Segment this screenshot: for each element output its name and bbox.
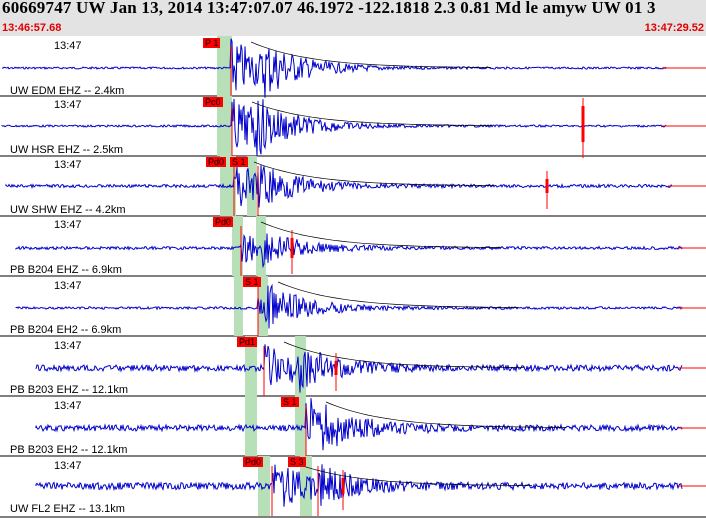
event-header: 60669747 UW Jan 13, 2014 13:47:07.07 46.… bbox=[0, 0, 706, 36]
waveform-trace bbox=[35, 398, 683, 451]
panel-time: 13:47 bbox=[54, 159, 82, 171]
panel-time: 13:47 bbox=[54, 460, 82, 472]
pick-label[interactable]: Pd0 bbox=[213, 217, 234, 227]
pick-label[interactable]: Pd1 bbox=[237, 337, 258, 347]
station-label: UW SHW EHZ -- 4.2km bbox=[10, 204, 126, 216]
waveform-trace bbox=[35, 344, 683, 393]
event-title: 60669747 UW Jan 13, 2014 13:47:07.07 46.… bbox=[2, 0, 656, 17]
station-label: UW EDM EHZ -- 2.4km bbox=[10, 85, 125, 97]
coda-curve bbox=[251, 101, 493, 126]
waveform-trace bbox=[35, 464, 683, 507]
coda-curve bbox=[250, 41, 491, 68]
pick-label[interactable]: Pc0 bbox=[203, 97, 223, 107]
pick-label[interactable]: S 3 bbox=[288, 457, 306, 467]
station-label: UW HSR EHZ -- 2.5km bbox=[10, 144, 124, 156]
station-label: PB B204 EHZ -- 6.9km bbox=[10, 264, 122, 276]
panel-time: 13:47 bbox=[54, 40, 82, 52]
panel-time: 13:47 bbox=[54, 280, 82, 292]
start-time: 13:46:57.68 bbox=[2, 22, 62, 34]
waveform-trace bbox=[15, 283, 683, 329]
pick-label[interactable]: P 1 bbox=[203, 38, 221, 48]
panel-time: 13:47 bbox=[54, 219, 82, 231]
pick-label[interactable]: S 1 bbox=[243, 277, 261, 287]
waveform-trace bbox=[5, 165, 672, 208]
pick-label[interactable]: Pd0 bbox=[243, 457, 264, 467]
pick-window bbox=[234, 276, 243, 336]
station-label: UW FL2 EHZ -- 13.1km bbox=[10, 503, 125, 515]
panel-time: 13:47 bbox=[54, 400, 82, 412]
pick-label[interactable]: S 1 bbox=[281, 397, 299, 407]
pick-label[interactable]: S 1 bbox=[230, 157, 248, 167]
waveform-trace bbox=[15, 233, 683, 269]
coda-curve bbox=[325, 401, 566, 428]
coda-curve bbox=[253, 161, 495, 186]
seismogram-plot[interactable]: 13:47 UW EDM EHZ -- 2.4km P 1 13:47 UW H… bbox=[0, 36, 706, 518]
end-time: 13:47:29.52 bbox=[644, 22, 704, 34]
station-label: PB B203 EHZ -- 12.1km bbox=[10, 384, 128, 396]
panel-time: 13:47 bbox=[54, 340, 82, 352]
panel-time: 13:47 bbox=[54, 99, 82, 111]
coda-curve bbox=[260, 221, 501, 248]
station-label: PB B203 EH2 -- 12.1km bbox=[10, 444, 128, 456]
station-label: PB B204 EH2 -- 6.9km bbox=[10, 324, 122, 336]
pick-label[interactable]: Pd0 bbox=[206, 157, 227, 167]
coda-curve bbox=[277, 281, 518, 308]
